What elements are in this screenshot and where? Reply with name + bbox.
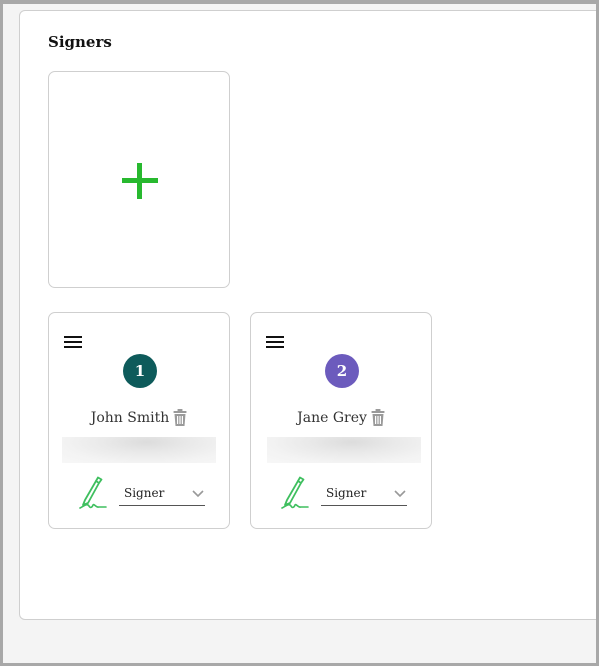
trash-icon[interactable] bbox=[371, 409, 385, 426]
signer-name: John Smith bbox=[90, 409, 170, 426]
role-select-value: Signer bbox=[326, 486, 367, 500]
plus-icon bbox=[122, 163, 158, 199]
signer-card: 2 Jane Grey Signer bbox=[250, 312, 432, 529]
signer-name-row: John Smith bbox=[49, 409, 229, 426]
drag-handle-icon[interactable] bbox=[265, 334, 285, 354]
signer-name: Jane Grey bbox=[297, 409, 367, 426]
signature-preview bbox=[62, 437, 216, 463]
add-signer-button[interactable] bbox=[48, 71, 230, 288]
role-select[interactable]: Signer bbox=[119, 481, 205, 506]
chevron-down-icon bbox=[393, 484, 407, 503]
chevron-down-icon bbox=[191, 484, 205, 503]
drag-handle-icon[interactable] bbox=[63, 334, 83, 354]
section-title: Signers bbox=[48, 33, 112, 51]
signature-preview bbox=[267, 437, 421, 463]
signer-number-badge: 1 bbox=[123, 354, 157, 388]
role-select-value: Signer bbox=[124, 486, 165, 500]
signature-pen-icon bbox=[79, 475, 107, 513]
signer-number-badge: 2 bbox=[325, 354, 359, 388]
signer-card: 1 John Smith Signer bbox=[48, 312, 230, 529]
trash-icon[interactable] bbox=[173, 409, 187, 426]
signature-pen-icon bbox=[281, 475, 309, 513]
role-select[interactable]: Signer bbox=[321, 481, 407, 506]
signer-name-row: Jane Grey bbox=[251, 409, 431, 426]
